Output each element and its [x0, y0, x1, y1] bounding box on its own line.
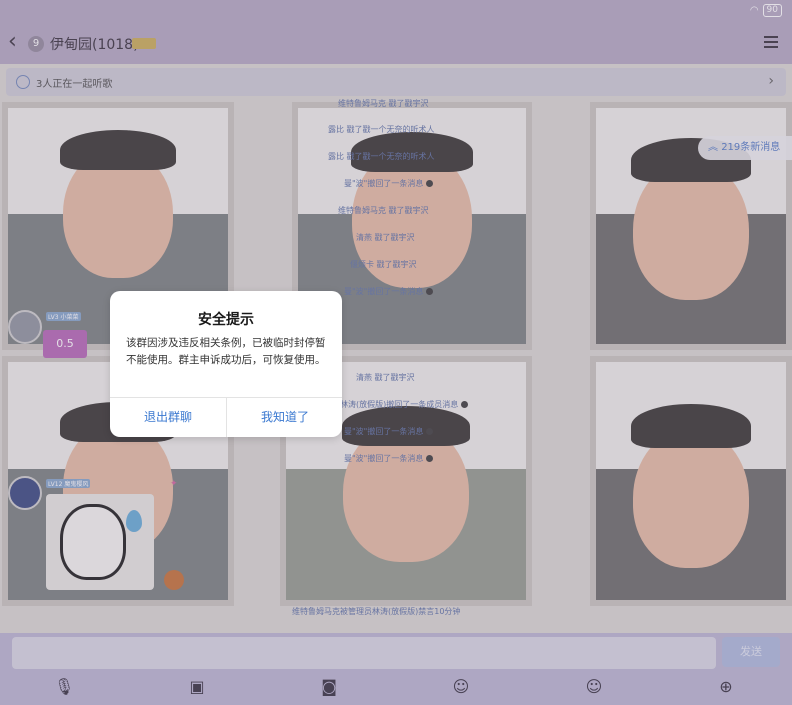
acknowledge-button[interactable]: 我知道了 — [227, 397, 342, 437]
exit-group-button[interactable]: 退出群聊 — [110, 397, 226, 437]
security-dialog: 安全提示 该群因涉及违反相关条例，已被临时封停暂不能使用。群主申诉成功后，可恢复… — [110, 291, 342, 437]
app: ◠ 90 ‹ 9 伊甸园(1018) 3人正在一起听歌 › ︽ 219条新消息 … — [0, 0, 792, 705]
dialog-title: 安全提示 — [198, 312, 254, 328]
dialog-message: 该群因涉及违反相关条例，已被临时封停暂不能使用。群主申诉成功后，可恢复使用。 — [126, 337, 326, 366]
